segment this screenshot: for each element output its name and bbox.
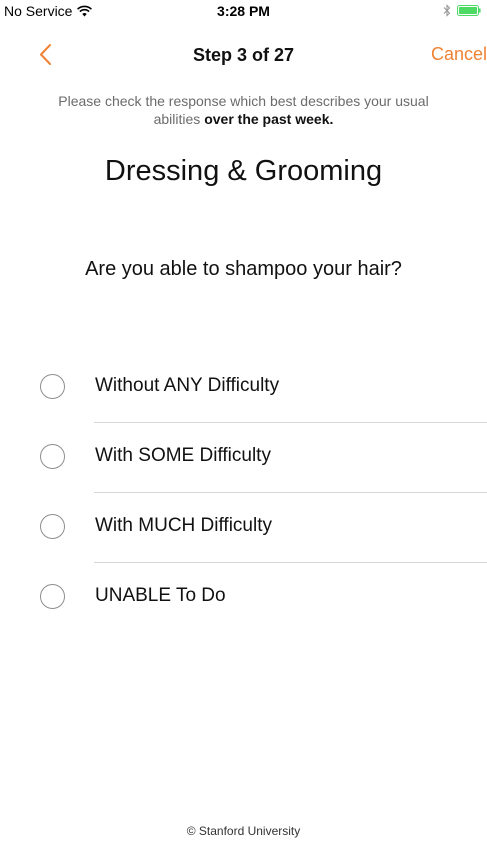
- option-label: UNABLE To Do: [95, 585, 226, 606]
- option-with-some-difficulty[interactable]: With SOME Difficulty: [0, 423, 487, 493]
- radio-button[interactable]: [40, 374, 65, 399]
- footer-copyright: © Stanford University: [186, 824, 301, 838]
- bluetooth-icon: [443, 4, 451, 17]
- instructions-text: Please check the response which best des…: [40, 92, 447, 128]
- status-bar: No Service 3:28 PM: [0, 0, 487, 22]
- radio-button[interactable]: [40, 584, 65, 609]
- status-time: 3:28 PM: [217, 3, 270, 19]
- status-right: [443, 4, 481, 17]
- option-with-much-difficulty[interactable]: With MUCH Difficulty: [0, 493, 487, 563]
- option-label: Without ANY Difficulty: [95, 375, 280, 396]
- radio-button[interactable]: [40, 514, 65, 539]
- radio-button[interactable]: [40, 444, 65, 469]
- question-text: Are you able to shampoo your hair?: [85, 258, 402, 280]
- option-unable-to-do[interactable]: UNABLE To Do: [0, 563, 487, 633]
- instructions-emphasis: over the past week.: [204, 111, 334, 127]
- option-without-any-difficulty[interactable]: Without ANY Difficulty: [0, 353, 487, 423]
- option-label: With MUCH Difficulty: [95, 515, 272, 536]
- option-label: With SOME Difficulty: [95, 445, 271, 466]
- section-title: Dressing & Grooming: [104, 155, 383, 187]
- battery-icon: [457, 5, 481, 16]
- cancel-button[interactable]: Cancel: [431, 44, 487, 65]
- navigation-bar: Step 3 of 27 Cancel: [0, 33, 487, 77]
- answer-options: Without ANY Difficulty With SOME Difficu…: [0, 353, 487, 633]
- step-title: Step 3 of 27: [192, 45, 295, 65]
